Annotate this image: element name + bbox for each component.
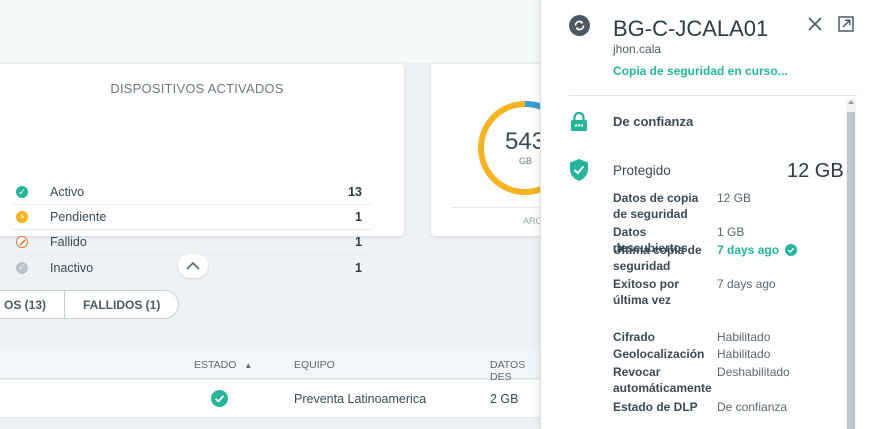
tab-fallidos[interactable]: FALLIDOS (1)	[64, 291, 178, 318]
setting-value: De confianza	[717, 400, 788, 414]
status-label: Pendiente	[50, 210, 107, 224]
status-label: Activo	[50, 185, 85, 199]
detail-value: 1 GB	[717, 225, 745, 239]
page: DISPOSITIVOS ACTIVADOS ✓ Activo 13 Pendi…	[0, 0, 880, 429]
device-name: BG-C-JCALA01	[613, 16, 769, 41]
detail-key: Datos de copia de seguridad	[613, 191, 699, 221]
open-external-button[interactable]	[835, 13, 857, 35]
status-count: 1	[355, 260, 362, 275]
setting-key: Cifrado	[613, 330, 655, 344]
scroll-up-icon[interactable]	[848, 100, 854, 104]
column-header-estado[interactable]: ESTADO ▲	[194, 359, 252, 371]
chevron-up-icon	[186, 261, 200, 270]
protection-label: Protegido	[613, 163, 671, 178]
external-link-icon	[838, 16, 854, 32]
status-label: Fallido	[50, 235, 87, 249]
shield-check-icon	[568, 158, 590, 182]
status-row-fallido[interactable]: Fallido 1	[12, 230, 372, 255]
clock-icon	[16, 211, 28, 223]
status-row-pendiente[interactable]: Pendiente 1	[12, 205, 372, 230]
setting-key: Geolocalización	[613, 347, 705, 361]
close-button[interactable]	[805, 14, 825, 34]
table-header: ESTADO ▲ EQUIPO DATOS DES	[0, 350, 545, 383]
storage-unit: GB	[519, 156, 533, 166]
check-circle-icon: ✓	[16, 186, 28, 198]
device-detail-panel: BG-C-JCALA01 jhon.cala Copia de segurida…	[540, 0, 880, 429]
card-title: DISPOSITIVOS ACTIVADOS	[110, 81, 284, 96]
status-count: 1	[355, 210, 362, 224]
detail-value: 12 GB	[717, 191, 752, 205]
check-circle-icon	[785, 244, 798, 256]
check-circle-icon: ✓	[16, 261, 28, 274]
setting-key: Estado de DLP	[613, 400, 698, 414]
lock-icon	[569, 110, 589, 132]
scrollbar-thumb[interactable]	[847, 112, 855, 429]
setting-value: Deshabilitado	[717, 365, 790, 379]
detail-key: Exitoso por última vez	[613, 277, 680, 307]
tab-activos[interactable]: OS (13)	[0, 291, 64, 318]
detail-value: 7 days ago	[717, 242, 798, 258]
setting-value: Habilitado	[717, 330, 771, 344]
sync-icon	[569, 15, 590, 36]
collapse-button[interactable]	[178, 254, 208, 278]
cell-datos: 2 GB	[490, 392, 519, 406]
cell-equipo: Preventa Latinoamerica	[294, 392, 427, 406]
detail-value: 7 days ago	[717, 277, 776, 291]
table-row[interactable]: Preventa Latinoamerica 2 GB	[0, 380, 545, 418]
trust-label: De confianza	[613, 114, 694, 129]
status-row-activo[interactable]: ✓ Activo 13	[12, 180, 372, 205]
status-count: 1	[355, 235, 362, 249]
detail-key: Última copia de seguridad	[613, 243, 702, 273]
prohibited-icon	[16, 236, 28, 248]
device-user: jhon.cala	[613, 42, 662, 56]
check-circle-icon	[211, 390, 228, 410]
column-header-equipo[interactable]: EQUIPO	[294, 359, 335, 371]
close-icon	[808, 17, 822, 31]
status-count: 13	[348, 185, 362, 199]
panel-scrollbar[interactable]	[846, 98, 856, 429]
panel-divider	[569, 95, 857, 96]
filter-tabs: OS (13) FALLIDOS (1)	[0, 290, 180, 319]
backup-status[interactable]: Copia de seguridad en curso...	[613, 64, 788, 78]
protected-size: 12 GB	[787, 160, 844, 182]
activated-devices-card: DISPOSITIVOS ACTIVADOS ✓ Activo 13 Pendi…	[0, 64, 404, 275]
setting-value: Habilitado	[717, 347, 771, 361]
sort-asc-icon: ▲	[244, 361, 253, 370]
setting-key: Revocar automáticamente	[613, 365, 712, 395]
